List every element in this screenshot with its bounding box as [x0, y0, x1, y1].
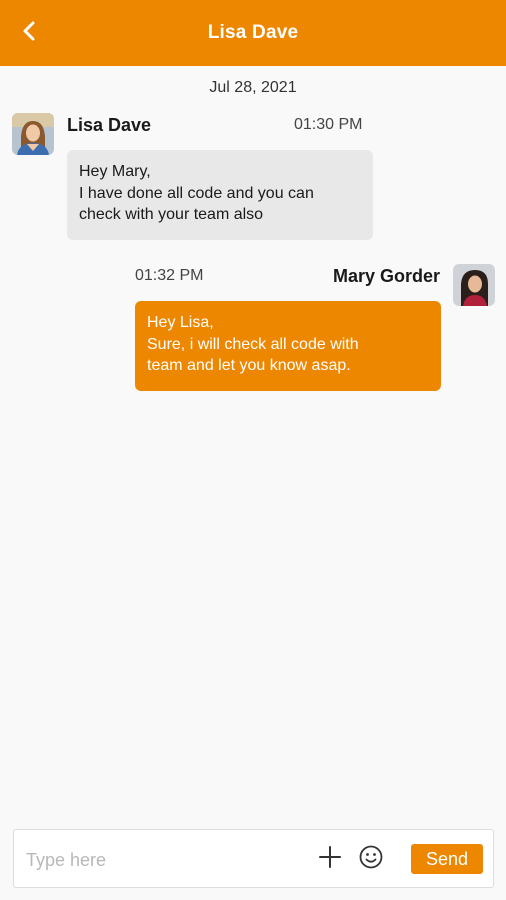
- send-button[interactable]: Send: [411, 844, 483, 874]
- message-line: check with your team also: [79, 206, 264, 223]
- smiley-icon: [359, 845, 383, 874]
- message-line: Hey Lisa,: [147, 314, 214, 331]
- message-input[interactable]: [24, 844, 313, 876]
- sender-name: Mary Gorder: [332, 266, 440, 286]
- message-line: I have done all code and you can: [79, 184, 314, 202]
- back-button[interactable]: [14, 18, 44, 48]
- message-line: team and let you know asap.: [147, 357, 351, 374]
- chevron-left-icon: [22, 20, 36, 47]
- add-attachment-button[interactable]: [316, 845, 344, 873]
- message-line: Hey Mary,: [79, 163, 151, 180]
- app-header: Lisa Dave: [0, 0, 506, 66]
- sender-name: Lisa Dave: [67, 115, 152, 135]
- message-bubble-outgoing[interactable]: Hey Lisa, Sure, i will check all code wi…: [135, 301, 441, 391]
- message-composer: Send: [13, 829, 494, 888]
- message-line: Sure, i will check all code with: [147, 335, 359, 353]
- plus-icon: [318, 845, 342, 874]
- message-time: 01:32 PM: [135, 267, 204, 284]
- emoji-button[interactable]: [357, 845, 385, 873]
- chat-title: Lisa Dave: [207, 22, 299, 43]
- message-time: 01:30 PM: [294, 116, 363, 133]
- date-separator: Jul 28, 2021: [209, 79, 297, 96]
- avatar-mary[interactable]: [453, 264, 495, 306]
- message-bubble-incoming[interactable]: Hey Mary, I have done all code and you c…: [67, 150, 373, 240]
- avatar-lisa[interactable]: [12, 113, 54, 155]
